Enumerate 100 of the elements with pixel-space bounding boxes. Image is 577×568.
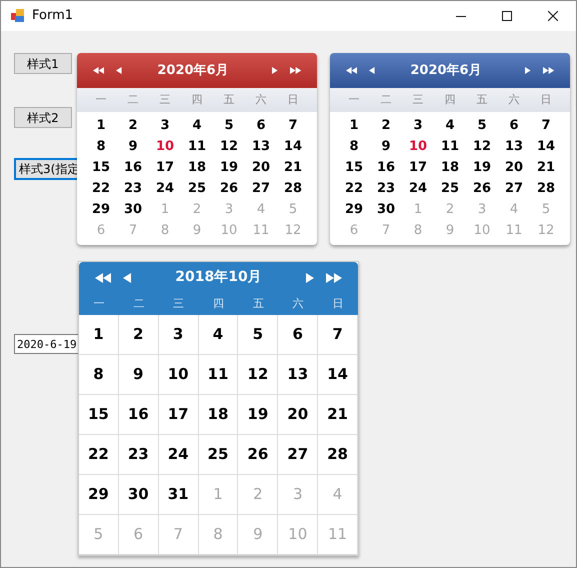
day-cell[interactable]: 20 — [245, 157, 277, 178]
next-year-icon[interactable] — [326, 272, 342, 282]
day-cell[interactable]: 3 — [402, 115, 434, 136]
day-cell[interactable]: 9 — [370, 136, 402, 157]
previous-month-icon[interactable] — [369, 67, 375, 74]
day-cell[interactable]: 27 — [245, 178, 277, 199]
day-cell[interactable]: 12 — [213, 136, 245, 157]
day-cell[interactable]: 30 — [118, 475, 159, 515]
day-cell[interactable]: 22 — [338, 178, 370, 199]
day-cell[interactable]: 29 — [338, 199, 370, 220]
previous-month-icon[interactable] — [116, 67, 122, 74]
day-cell[interactable]: 5 — [238, 315, 278, 355]
day-cell[interactable]: 1 — [338, 115, 370, 136]
day-cell[interactable]: 7 — [318, 315, 358, 355]
day-cell[interactable]: 23 — [117, 178, 149, 199]
day-cell[interactable]: 27 — [278, 435, 318, 475]
day-cell[interactable]: 14 — [277, 136, 309, 157]
day-cell[interactable]: 22 — [85, 178, 117, 199]
day-cell[interactable]: 22 — [79, 435, 119, 475]
day-cell[interactable]: 25 — [198, 435, 238, 475]
day-cell[interactable]: 28 — [318, 435, 358, 475]
day-cell[interactable]: 21 — [277, 157, 309, 178]
day-cell[interactable]: 26 — [213, 178, 245, 199]
day-cell[interactable]: 12 — [466, 136, 498, 157]
day-cell[interactable]: 24 — [402, 178, 434, 199]
day-cell[interactable]: 20 — [278, 395, 318, 435]
day-cell[interactable]: 6 — [498, 115, 530, 136]
day-cell[interactable]: 29 — [85, 199, 117, 220]
day-cell[interactable]: 11 — [198, 355, 238, 395]
next-month-icon[interactable] — [525, 67, 531, 74]
day-cell[interactable]: 29 — [79, 475, 119, 515]
day-cell[interactable]: 15 — [79, 395, 119, 435]
next-month-icon[interactable] — [272, 67, 278, 74]
day-cell[interactable]: 16 — [117, 157, 149, 178]
day-cell[interactable]: 15 — [85, 157, 117, 178]
day-cell[interactable]: 16 — [370, 157, 402, 178]
day-cell[interactable]: 19 — [238, 395, 278, 435]
day-cell[interactable]: 8 — [85, 136, 117, 157]
day-cell[interactable]: 1 — [79, 315, 119, 355]
day-cell[interactable]: 6 — [278, 315, 318, 355]
previous-year-icon[interactable] — [346, 67, 358, 74]
next-month-icon[interactable] — [306, 272, 314, 282]
style-button[interactable]: 样式1 — [14, 53, 72, 74]
day-cell[interactable]: 31 — [158, 475, 199, 515]
day-cell[interactable]: 14 — [530, 136, 562, 157]
day-cell[interactable]: 9 — [118, 355, 159, 395]
day-cell[interactable]: 3 — [158, 315, 199, 355]
day-cell[interactable]: 30 — [370, 199, 402, 220]
day-cell[interactable]: 18 — [434, 157, 466, 178]
day-cell[interactable]: 25 — [181, 178, 213, 199]
day-cell[interactable]: 16 — [118, 395, 159, 435]
day-cell[interactable]: 13 — [245, 136, 277, 157]
day-cell[interactable]: 27 — [498, 178, 530, 199]
day-cell[interactable]: 2 — [117, 115, 149, 136]
day-cell[interactable]: 19 — [213, 157, 245, 178]
day-cell[interactable]: 14 — [318, 355, 358, 395]
day-cell[interactable]: 28 — [530, 178, 562, 199]
style-button[interactable]: 样式2 — [14, 107, 72, 128]
previous-year-icon[interactable] — [93, 67, 104, 74]
day-cell[interactable]: 24 — [158, 435, 199, 475]
day-cell[interactable]: 10 — [402, 136, 434, 157]
day-cell[interactable]: 8 — [79, 355, 119, 395]
day-cell[interactable]: 23 — [118, 435, 159, 475]
day-cell[interactable]: 11 — [181, 136, 213, 157]
day-cell[interactable]: 19 — [466, 157, 498, 178]
day-cell[interactable]: 17 — [402, 157, 434, 178]
day-cell[interactable]: 30 — [117, 199, 149, 220]
day-cell[interactable]: 15 — [338, 157, 370, 178]
day-cell[interactable]: 24 — [149, 178, 181, 199]
day-cell[interactable]: 10 — [149, 136, 181, 157]
day-cell[interactable]: 18 — [198, 395, 238, 435]
day-cell[interactable]: 20 — [498, 157, 530, 178]
day-cell[interactable]: 21 — [530, 157, 562, 178]
day-cell[interactable]: 8 — [338, 136, 370, 157]
day-cell[interactable]: 4 — [434, 115, 466, 136]
day-cell[interactable]: 17 — [158, 395, 199, 435]
day-cell[interactable]: 10 — [158, 355, 199, 395]
day-cell[interactable]: 21 — [318, 395, 358, 435]
day-cell[interactable]: 13 — [498, 136, 530, 157]
day-cell[interactable]: 28 — [277, 178, 309, 199]
day-cell[interactable]: 1 — [85, 115, 117, 136]
day-cell[interactable]: 4 — [198, 315, 238, 355]
day-cell[interactable]: 12 — [238, 355, 278, 395]
next-year-icon[interactable] — [290, 67, 301, 74]
day-cell[interactable]: 2 — [118, 315, 159, 355]
previous-month-icon[interactable] — [123, 272, 131, 282]
day-cell[interactable]: 18 — [181, 157, 213, 178]
next-year-icon[interactable] — [542, 67, 554, 74]
day-cell[interactable]: 11 — [434, 136, 466, 157]
day-cell[interactable]: 3 — [149, 115, 181, 136]
day-cell[interactable]: 23 — [370, 178, 402, 199]
day-cell[interactable]: 5 — [213, 115, 245, 136]
day-cell[interactable]: 13 — [278, 355, 318, 395]
day-cell[interactable]: 26 — [466, 178, 498, 199]
previous-year-icon[interactable] — [95, 272, 111, 282]
day-cell[interactable]: 17 — [149, 157, 181, 178]
day-cell[interactable]: 6 — [245, 115, 277, 136]
day-cell[interactable]: 7 — [277, 115, 309, 136]
day-cell[interactable]: 25 — [434, 178, 466, 199]
date-field[interactable]: 2020-6-19 — [14, 334, 80, 354]
